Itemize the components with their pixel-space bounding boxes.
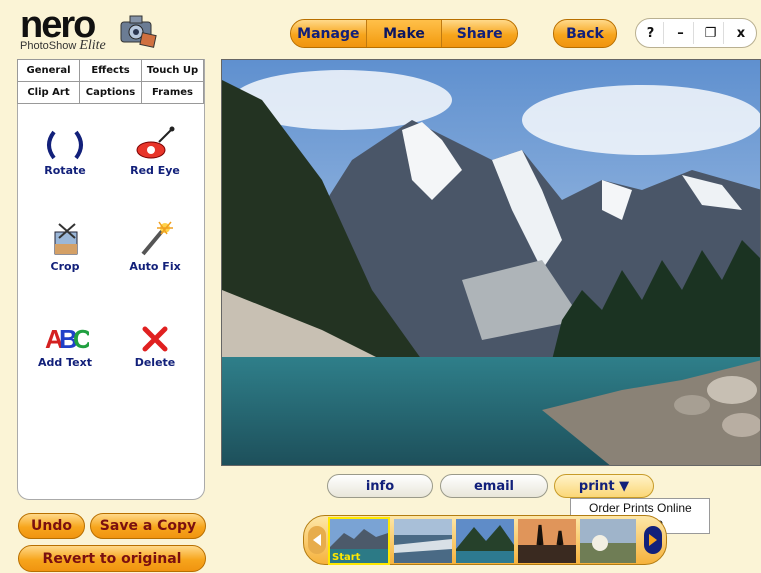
logo-product-name: PhotoShow — [20, 40, 77, 52]
thumbnail-3[interactable] — [456, 519, 514, 563]
main-photo[interactable] — [221, 59, 761, 466]
arrow-left-icon — [313, 534, 321, 546]
tab-general[interactable]: General — [17, 59, 80, 82]
tab-effects[interactable]: Effects — [79, 59, 142, 82]
info-button[interactable]: info — [327, 474, 433, 498]
nav-share[interactable]: Share — [442, 20, 517, 47]
tool-grid: Rotate Red Eye Crop Auto Fix A B C Add T… — [18, 104, 204, 494]
rotate-icon — [20, 122, 110, 162]
menu-order-prints-online[interactable]: Order Prints Online — [589, 501, 709, 516]
restore-button[interactable]: ❐ — [698, 22, 724, 44]
tab-touch-up[interactable]: Touch Up — [141, 59, 204, 82]
thumbnail-1[interactable]: Start — [328, 517, 390, 565]
red-eye-tool[interactable]: Red Eye — [110, 122, 200, 177]
tab-row-2: Clip Art Captions Frames — [17, 81, 204, 104]
nav-make[interactable]: Make — [366, 20, 443, 47]
delete-x-icon — [110, 314, 200, 354]
tab-frames[interactable]: Frames — [141, 81, 204, 104]
arrow-right-icon — [649, 534, 657, 546]
add-text-tool[interactable]: A B C Add Text — [20, 314, 110, 369]
tab-clip-art[interactable]: Clip Art — [17, 81, 80, 104]
thumbnail-4[interactable] — [518, 519, 576, 563]
red-eye-label: Red Eye — [130, 164, 180, 177]
thumbnail-2[interactable] — [394, 519, 452, 563]
print-dropdown-button[interactable]: print ▼ — [554, 474, 654, 498]
close-button[interactable]: x — [728, 22, 754, 44]
rotate-tool[interactable]: Rotate — [20, 122, 110, 177]
abc-text-icon: A B C — [20, 314, 110, 354]
svg-text:C: C — [73, 324, 89, 354]
revert-button[interactable]: Revert to original — [18, 545, 206, 572]
delete-label: Delete — [134, 356, 176, 369]
rotate-label: Rotate — [44, 164, 86, 177]
email-button[interactable]: email — [440, 474, 548, 498]
crop-icon — [20, 218, 110, 258]
filmstrip-prev-button[interactable] — [308, 526, 326, 554]
add-text-label: Add Text — [38, 356, 92, 369]
auto-fix-label: Auto Fix — [129, 260, 181, 273]
start-label: Start — [332, 552, 361, 563]
tools-panel: General Effects Touch Up Clip Art Captio… — [17, 59, 205, 500]
filmstrip-next-button[interactable] — [644, 526, 662, 554]
tab-captions[interactable]: Captions — [79, 81, 142, 104]
mode-nav: Manage Make Share — [290, 19, 518, 48]
crop-tool[interactable]: Crop — [20, 218, 110, 273]
nav-manage[interactable]: Manage — [291, 20, 367, 47]
minimize-button[interactable]: – — [668, 22, 694, 44]
undo-button[interactable]: Undo — [18, 513, 85, 539]
window-controls: ? – ❐ x — [635, 18, 757, 48]
magic-wand-icon — [110, 218, 200, 258]
red-eye-icon — [110, 122, 200, 162]
crop-label: Crop — [50, 260, 80, 273]
delete-tool[interactable]: Delete — [110, 314, 200, 369]
save-copy-button[interactable]: Save a Copy — [90, 513, 206, 539]
back-button[interactable]: Back — [553, 19, 617, 48]
thumbnail-5[interactable] — [580, 519, 636, 563]
camera-logo-icon — [117, 10, 157, 48]
tab-row-1: General Effects Touch Up — [17, 59, 204, 82]
help-button[interactable]: ? — [638, 22, 664, 44]
logo-edition: Elite — [79, 38, 106, 53]
auto-fix-tool[interactable]: Auto Fix — [110, 218, 200, 273]
filmstrip: Start — [303, 515, 667, 565]
